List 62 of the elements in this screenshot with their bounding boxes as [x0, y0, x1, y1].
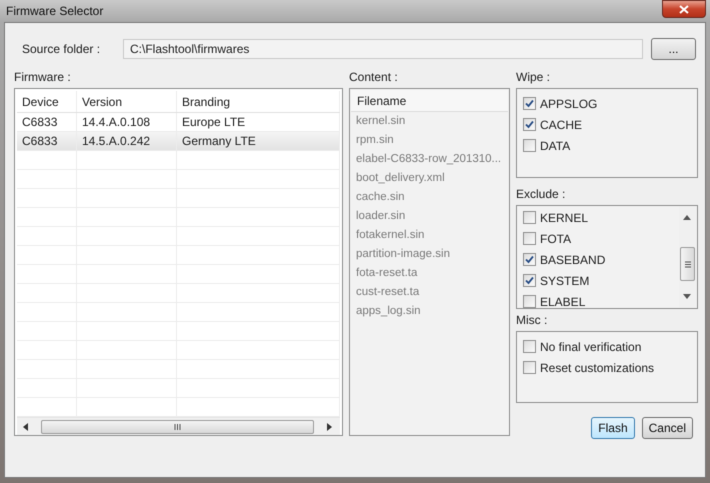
checkbox-option[interactable]: DATA: [523, 135, 570, 156]
section-label: Misc :: [516, 313, 548, 329]
file-item[interactable]: partition-image.sin: [351, 245, 508, 264]
grip-icon: [684, 260, 690, 268]
close-button[interactable]: [662, 0, 706, 18]
up-arrow-icon[interactable]: [683, 215, 691, 220]
table-row[interactable]: C6833 14.5.A.0.242 Germany LTE: [17, 132, 340, 151]
checkbox[interactable]: [523, 139, 536, 152]
checkbox-option[interactable]: KERNEL: [523, 207, 588, 228]
checkbox-option[interactable]: FOTA: [523, 228, 572, 249]
file-item[interactable]: fotakernel.sin: [351, 226, 508, 245]
checkbox[interactable]: [523, 118, 536, 131]
checkbox[interactable]: [523, 340, 536, 353]
right-arrow-icon[interactable]: [326, 422, 332, 430]
file-item[interactable]: loader.sin: [351, 207, 508, 226]
checkbox-option[interactable]: APPSLOG: [523, 93, 598, 114]
checkbox[interactable]: [523, 274, 536, 287]
column-header[interactable]: Version: [77, 91, 177, 112]
table-cell: Germany LTE: [177, 132, 340, 150]
checkbox-option[interactable]: CACHE: [523, 114, 582, 135]
window-title: Firmware Selector: [5, 4, 104, 18]
column-header[interactable]: Device: [17, 91, 77, 112]
checkbox-option[interactable]: SYSTEM: [523, 270, 590, 291]
section-label: Exclude :: [516, 187, 566, 203]
file-item[interactable]: elabel-C6833-row_201310...: [351, 150, 508, 169]
table-cell: C6833: [17, 132, 77, 150]
file-item[interactable]: apps_log.sin: [351, 302, 508, 321]
checkbox[interactable]: [523, 232, 536, 245]
file-item[interactable]: boot_delivery.xml: [351, 169, 508, 188]
file-item[interactable]: fota-reset.ta: [351, 264, 508, 283]
checkbox[interactable]: [523, 97, 536, 110]
table-cell: 14.5.A.0.242: [77, 132, 177, 150]
column-header[interactable]: Filename: [351, 90, 508, 112]
file-item[interactable]: cust-reset.ta: [351, 283, 508, 302]
cancel-button[interactable]: Cancel: [642, 417, 693, 439]
browse-button[interactable]: ...: [651, 38, 696, 60]
left-arrow-icon[interactable]: [23, 422, 29, 430]
section-label: Content :: [349, 70, 399, 86]
checkbox[interactable]: [523, 295, 536, 308]
down-arrow-icon[interactable]: [683, 294, 691, 299]
close-icon: [679, 4, 689, 14]
flash-button[interactable]: Flash: [591, 417, 635, 439]
horizontal-scrollbar[interactable]: [17, 417, 340, 435]
file-item[interactable]: kernel.sin: [351, 112, 508, 131]
checkbox-option[interactable]: ELABEL: [523, 291, 586, 308]
grip-icon: [174, 424, 181, 430]
source-folder-field[interactable]: C:\Flashtool\firmwares: [123, 39, 643, 59]
field-label: Source folder :: [21, 42, 102, 56]
checkbox-option[interactable]: No final verification: [523, 336, 642, 357]
file-item[interactable]: rpm.sin: [351, 131, 508, 150]
checkbox[interactable]: [523, 361, 536, 374]
section-label: Wipe :: [516, 70, 552, 86]
column-header[interactable]: Branding: [177, 91, 340, 112]
table-cell: 14.4.A.0.108: [77, 113, 177, 131]
checkbox-option[interactable]: Reset customizations: [523, 357, 654, 378]
checkbox-option[interactable]: BASEBAND: [523, 249, 606, 270]
section-label: Firmware :: [14, 70, 72, 86]
file-item[interactable]: cache.sin: [351, 188, 508, 207]
table-cell: C6833: [17, 113, 77, 131]
checkbox[interactable]: [523, 253, 536, 266]
table-cell: Europe LTE: [177, 113, 340, 131]
checkbox[interactable]: [523, 211, 536, 224]
